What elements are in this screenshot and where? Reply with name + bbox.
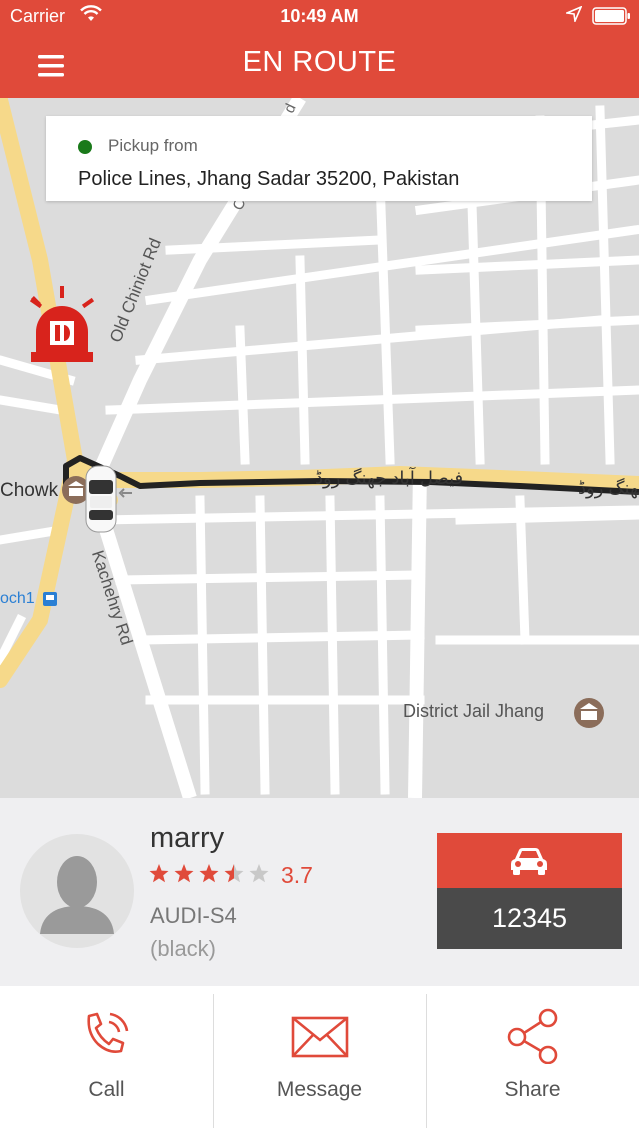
rating-stars (148, 862, 270, 891)
car-model: AUDI-S4 (150, 903, 237, 928)
map-label-district-jail: District Jail Jhang (403, 701, 545, 721)
pickup-dot-icon (78, 140, 92, 154)
envelope-icon (213, 1008, 426, 1068)
car-icon (511, 848, 547, 875)
share-button[interactable]: Share (426, 986, 639, 1136)
bus-stop-icon (43, 592, 57, 606)
clock: 10:49 AM (280, 6, 359, 26)
call-button[interactable]: Call (0, 986, 213, 1136)
pickup-address: Police Lines, Jhang Sadar 35200, Pakista… (78, 168, 460, 190)
map-label-jhang-rd: جھنگ روڈ (578, 478, 639, 498)
phone-icon (0, 1008, 213, 1068)
driver-panel: marry 3.7 AUDI-S4 (black) 12345 (0, 798, 639, 986)
map-canvas (0, 98, 639, 798)
message-label: Message (276, 1078, 363, 1101)
pickup-label: Pickup from (108, 136, 198, 155)
star-icon (174, 864, 194, 883)
rating-value: 3.7 (281, 862, 313, 888)
car-marker-icon (85, 465, 117, 533)
car-color: (black) (150, 936, 217, 961)
location-arrow-icon (564, 5, 583, 27)
star-empty-icon (249, 864, 269, 883)
map-label-och1: och1 (0, 590, 35, 607)
jail-landmark-icon (574, 698, 604, 728)
star-icon (149, 864, 169, 883)
star-icon (199, 864, 219, 883)
plate-number: 12345 (437, 888, 622, 949)
share-icon (426, 1008, 639, 1068)
driver-name: marry (150, 822, 225, 854)
nav-bar: EN ROUTE (0, 32, 639, 98)
vehicle-plate-box: 12345 (437, 833, 622, 949)
page-title: EN ROUTE (242, 46, 397, 78)
pickup-card[interactable]: Pickup from Police Lines, Jhang Sadar 35… (46, 116, 592, 201)
call-label: Call (88, 1078, 125, 1101)
action-bar: Call Message Share (0, 986, 639, 1136)
plate-header (437, 833, 622, 888)
battery-icon (592, 7, 632, 30)
map-label-chowk: Chowk (0, 480, 59, 501)
message-button[interactable]: Message (213, 986, 426, 1136)
avatar (20, 834, 134, 948)
star-half-icon (224, 864, 244, 883)
status-bar: Carrier 10:49 AM (0, 0, 639, 32)
share-label: Share (504, 1078, 561, 1101)
user-silhouette-icon (40, 856, 114, 934)
map-label-faisalabad-rd: فیصل آباد جھنگ روڈ (315, 468, 464, 488)
map-view[interactable]: Old Chiniot Rd Kachehry Rd Chowk och1 فی… (0, 98, 639, 798)
